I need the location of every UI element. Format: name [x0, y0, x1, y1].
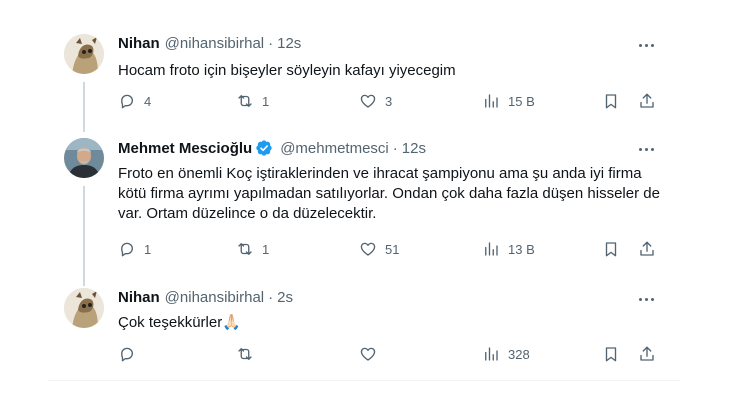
tweet-text: Çok teşekkürler🙏🏻 [118, 314, 241, 331]
author-name[interactable]: Mehmet Mescioğlu [118, 140, 252, 157]
author-handle[interactable]: @nihansibirhal [165, 289, 264, 306]
timestamp[interactable]: 12s [277, 35, 301, 52]
separator: · [268, 289, 274, 306]
views-button[interactable]: 15 B [482, 92, 535, 110]
reply-count: 4 [144, 93, 152, 109]
tweet-actions: 328 [118, 345, 663, 365]
bookmark-icon [605, 347, 617, 362]
views-icon [485, 94, 498, 108]
tweet-text: Hocam froto için bişeyler söyleyin kafay… [118, 62, 456, 79]
like-icon [360, 347, 376, 361]
avatar[interactable] [64, 138, 104, 178]
reply-button[interactable]: 4 [118, 92, 151, 110]
separator: · [392, 139, 398, 157]
tweet-header: Mehmet Mescioğlu @mehmetmesci · 12s [118, 139, 426, 157]
retweet-button[interactable]: 1 [236, 92, 269, 110]
timestamp[interactable]: 2s [277, 289, 293, 306]
reply-icon [121, 347, 133, 362]
tweet-header: Nihan @nihansibirhal · 12s [118, 35, 301, 52]
author-handle[interactable]: @nihansibirhal [165, 35, 264, 52]
author-handle[interactable]: @mehmetmesci [280, 140, 389, 157]
views-count: 15 B [508, 93, 535, 109]
share-button[interactable] [638, 92, 656, 110]
divider [48, 380, 680, 381]
retweet-count: 1 [262, 93, 270, 109]
share-icon [640, 346, 654, 361]
reply-icon [121, 242, 133, 257]
views-count: 13 B [508, 241, 535, 257]
like-count: 51 [385, 241, 400, 257]
avatar[interactable] [64, 34, 104, 74]
retweet-icon [238, 243, 252, 255]
tweet-1[interactable]: Nihan @nihansibirhal · 12s Hocam froto i… [0, 0, 730, 130]
retweet-button[interactable] [236, 345, 262, 363]
retweet-count: 1 [262, 241, 270, 257]
reply-count: 1 [144, 241, 152, 257]
bookmark-button[interactable] [602, 240, 620, 258]
author-name[interactable]: Nihan [118, 35, 160, 52]
views-button[interactable]: 13 B [482, 240, 535, 258]
more-icon[interactable] [634, 137, 658, 161]
bookmark-icon [605, 242, 617, 257]
reply-button[interactable] [118, 345, 144, 363]
views-count: 328 [508, 346, 530, 362]
retweet-button[interactable]: 1 [236, 240, 269, 258]
like-button[interactable]: 51 [359, 240, 399, 258]
tweet-header: Nihan @nihansibirhal · 2s [118, 289, 293, 306]
verified-badge-icon [256, 140, 272, 156]
like-icon [360, 242, 376, 256]
views-button[interactable]: 328 [482, 345, 530, 363]
views-icon [485, 347, 498, 361]
separator: · [268, 35, 274, 52]
avatar[interactable] [64, 288, 104, 328]
share-button[interactable] [638, 240, 656, 258]
retweet-icon [238, 348, 252, 360]
bookmark-button[interactable] [602, 345, 620, 363]
tweet-actions: 1 1 51 13 B [118, 240, 663, 260]
bookmark-icon [605, 94, 617, 109]
share-button[interactable] [638, 345, 656, 363]
more-icon[interactable] [634, 287, 658, 311]
tweet-3[interactable]: Nihan @nihansibirhal · 2s Çok teşekkürle… [0, 280, 730, 380]
share-icon [640, 93, 654, 108]
reply-icon [121, 94, 133, 109]
tweet-actions: 4 1 3 15 B [118, 92, 663, 112]
like-icon [360, 94, 376, 108]
tweet-2[interactable]: Mehmet Mescioğlu @mehmetmesci · 12s Frot… [0, 130, 730, 280]
reply-button[interactable]: 1 [118, 240, 151, 258]
share-icon [640, 241, 654, 256]
author-name[interactable]: Nihan [118, 289, 160, 306]
timestamp[interactable]: 12s [402, 140, 426, 157]
like-button[interactable]: 3 [359, 92, 392, 110]
views-icon [485, 242, 498, 256]
bookmark-button[interactable] [602, 92, 620, 110]
like-button[interactable] [359, 345, 385, 363]
tweet-text: Froto en önemli Koç iştiraklerinden ve i… [118, 165, 660, 222]
like-count: 3 [385, 93, 393, 109]
more-icon[interactable] [634, 33, 658, 57]
retweet-icon [238, 95, 252, 107]
